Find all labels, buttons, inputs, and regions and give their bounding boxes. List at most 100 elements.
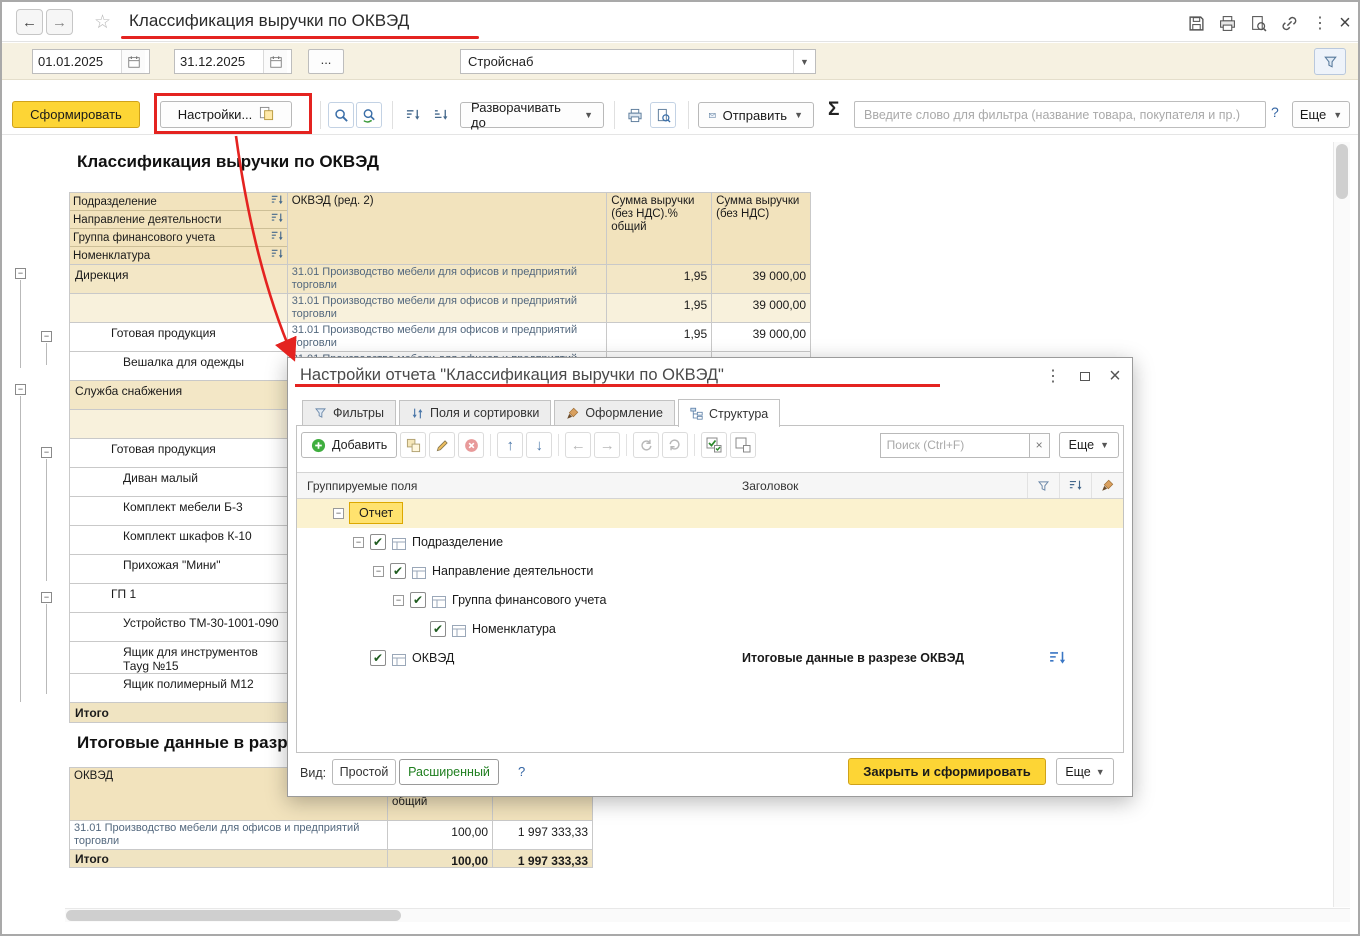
column-grouped-fields[interactable]: Группируемые поля	[307, 479, 417, 493]
tab-fields-sorting[interactable]: Поля и сортировки	[398, 400, 552, 426]
sort-icon[interactable]	[271, 230, 284, 245]
row-label-cell[interactable]: Вешалка для одежды	[70, 352, 288, 381]
table-row[interactable]: Готовая продукция 31.01 Производство мебе…	[70, 323, 811, 352]
expand-to-dropdown[interactable]: Разворачивать до ▼	[460, 100, 604, 130]
group-header-cell[interactable]: Подразделение	[70, 193, 287, 211]
collapse-group-icon[interactable]: −	[15, 268, 26, 279]
row-label-cell[interactable]: Итого	[70, 703, 288, 723]
exclude-from-group-button[interactable]	[662, 432, 689, 458]
organization-combobox[interactable]: Стройснаб ▼	[460, 49, 816, 74]
table-row[interactable]: Итого 100,00 1 997 333,33	[70, 850, 593, 868]
sort-desc-button[interactable]	[428, 102, 454, 128]
header-funnel-icon[interactable]	[1027, 473, 1059, 498]
group-header-cell[interactable]: Группа финансового учета	[70, 229, 287, 247]
checkbox[interactable]: ✔	[430, 621, 446, 637]
tab-filters[interactable]: Фильтры	[302, 400, 396, 426]
sort-icon[interactable]	[271, 194, 284, 209]
sort-icon[interactable]	[1049, 650, 1067, 671]
tree-root-cell[interactable]: Отчет	[349, 502, 404, 524]
view-advanced-button[interactable]: Расширенный	[399, 759, 499, 785]
structure-more-dropdown[interactable]: Еще ▼	[1058, 432, 1119, 458]
sum-sigma-button[interactable]: Σ	[828, 99, 839, 121]
sum-cell[interactable]: 1 997 333,33	[493, 821, 593, 850]
print-button[interactable]	[622, 102, 648, 128]
print-icon[interactable]	[1214, 11, 1240, 35]
table-row[interactable]: 31.01 Производство мебели для офисов и п…	[70, 821, 593, 850]
calendar-icon[interactable]	[121, 50, 145, 73]
pct-cell[interactable]: 100,00	[388, 821, 493, 850]
tree-row[interactable]: − Отчет	[297, 499, 1123, 528]
column-header-okved[interactable]: ОКВЭД (ред. 2)	[287, 193, 608, 265]
column-title[interactable]: Заголовок	[742, 479, 798, 493]
collapse-icon[interactable]: −	[373, 566, 384, 577]
okved-cell[interactable]: 31.01 Производство мебели для офисов и п…	[70, 821, 388, 850]
dialog-more-dropdown[interactable]: Еще ▼	[1056, 758, 1114, 785]
row-label-cell[interactable]: Готовая продукция	[70, 439, 288, 468]
calendar-icon[interactable]	[263, 50, 287, 73]
table-row[interactable]: 31.01 Производство мебели для офисов и п…	[70, 294, 811, 323]
sum-cell[interactable]: 39 000,00	[712, 323, 811, 352]
row-label-cell[interactable]: Комплект мебели Б-3	[70, 497, 288, 526]
horizontal-scrollbar-thumb[interactable]	[66, 910, 401, 921]
pct-cell[interactable]: 1,95	[607, 323, 713, 352]
tree-row[interactable]: − ✔ Группа финансового учета	[297, 586, 1123, 615]
find-button[interactable]	[328, 102, 354, 128]
row-label-cell[interactable]: Ящик для инструментов Тауg №15	[70, 642, 288, 674]
column-header-pct[interactable]: Сумма выручки (без НДС).% общий	[607, 193, 713, 265]
sort-icon[interactable]	[271, 212, 284, 227]
row-label-cell[interactable]: Итого	[70, 850, 388, 868]
tab-structure[interactable]: Структура	[677, 399, 781, 427]
row-label-cell[interactable]	[70, 410, 288, 439]
row-label-cell[interactable]: Ящик полимерный М12	[70, 674, 288, 703]
okved-cell[interactable]: 31.01 Производство мебели для офисов и п…	[287, 265, 608, 294]
save-icon[interactable]	[1183, 11, 1209, 35]
sort-asc-button[interactable]	[400, 102, 426, 128]
search-field[interactable]: ×	[879, 432, 1050, 458]
vertical-scrollbar[interactable]	[1333, 142, 1350, 907]
tree-row[interactable]: − ✔ Направление деятельности	[297, 557, 1123, 586]
row-label-cell[interactable]: Дирекция	[70, 265, 288, 294]
tab-appearance[interactable]: Оформление	[554, 400, 675, 426]
horizontal-scrollbar[interactable]	[65, 908, 1350, 922]
collapse-icon[interactable]: −	[353, 537, 364, 548]
date-from-input[interactable]	[33, 50, 121, 73]
date-to-input[interactable]	[175, 50, 263, 73]
group-button[interactable]	[400, 432, 427, 458]
row-label-cell[interactable]: Прихожая "Мини"	[70, 555, 288, 584]
link-icon[interactable]	[1276, 11, 1302, 35]
edit-button[interactable]	[429, 432, 456, 458]
group-header-cell[interactable]: Номенклатура	[70, 247, 287, 265]
row-label-cell[interactable]: Комплект шкафов К-10	[70, 526, 288, 555]
header-brush-icon[interactable]	[1091, 473, 1123, 498]
collapse-group-icon[interactable]: −	[41, 592, 52, 603]
header-sort-icon[interactable]	[1059, 473, 1091, 498]
help-link[interactable]: ?	[1271, 104, 1279, 120]
chevron-down-icon[interactable]: ▼	[793, 50, 815, 73]
preview-icon[interactable]	[1245, 11, 1271, 35]
tree-row[interactable]: − ✔ Подразделение	[297, 528, 1123, 557]
checkbox[interactable]: ✔	[370, 650, 386, 666]
close-icon[interactable]: ×	[1332, 11, 1358, 35]
row-label-cell[interactable]: Устройство ТМ-30-1001-090	[70, 613, 288, 642]
check-all-button[interactable]	[701, 432, 728, 458]
collapse-icon[interactable]: −	[393, 595, 404, 606]
move-right-button[interactable]: →	[594, 432, 621, 458]
delete-button[interactable]	[458, 432, 485, 458]
maximize-icon[interactable]	[1073, 365, 1097, 387]
collapse-group-icon[interactable]: −	[41, 331, 52, 342]
checkbox[interactable]: ✔	[410, 592, 426, 608]
row-label-cell[interactable]	[70, 294, 288, 323]
move-left-button[interactable]: ←	[565, 432, 592, 458]
uncheck-all-button[interactable]	[730, 432, 757, 458]
move-into-group-button[interactable]	[633, 432, 660, 458]
row-label-cell[interactable]: Диван малый	[70, 468, 288, 497]
date-from-field[interactable]	[32, 49, 150, 74]
sort-icon[interactable]	[271, 248, 284, 263]
pct-cell[interactable]: 100,00	[388, 850, 493, 868]
close-and-generate-button[interactable]: Закрыть и сформировать	[848, 758, 1046, 785]
forward-button[interactable]: →	[46, 9, 73, 35]
quick-filter-input[interactable]	[854, 101, 1266, 128]
generate-button[interactable]: Сформировать	[12, 101, 140, 128]
date-to-field[interactable]	[174, 49, 292, 74]
add-button[interactable]: Добавить	[301, 432, 398, 458]
